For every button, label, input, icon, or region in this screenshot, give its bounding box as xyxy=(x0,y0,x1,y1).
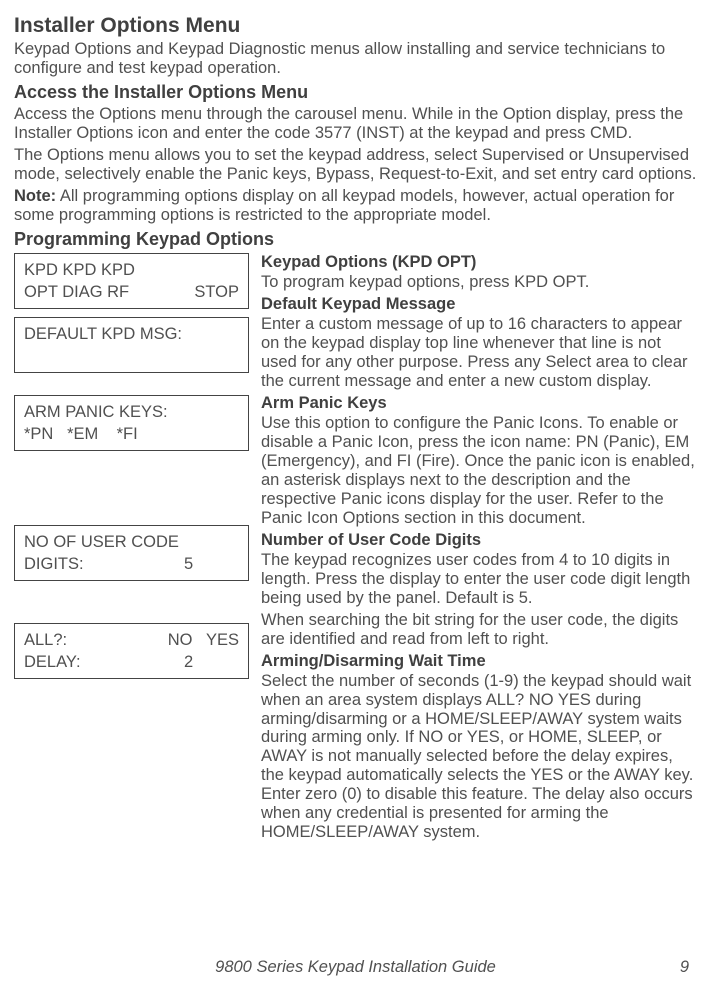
intro-text: Keypad Options and Keypad Diagnostic men… xyxy=(14,40,697,78)
right-column: Keypad Options (KPD OPT) To program keyp… xyxy=(261,253,697,845)
display-kpd-line2-right: STOP xyxy=(194,281,239,303)
display-arm-line1: ARM PANIC KEYS: xyxy=(24,401,168,423)
display-delay: ALL?: NO YES DELAY: 2 xyxy=(14,623,249,679)
display-digits-line2-right: 5 xyxy=(184,553,239,575)
digits-body1: The keypad recognizes user codes from 4 … xyxy=(261,551,697,608)
delay-body: Select the number of seconds (1-9) the k… xyxy=(261,672,697,843)
note-paragraph: Note: All programming options display on… xyxy=(14,187,697,225)
default-msg-body: Enter a custom message of up to 16 chara… xyxy=(261,315,697,391)
programming-heading: Programming Keypad Options xyxy=(14,229,697,250)
access-p1: Access the Options menu through the caro… xyxy=(14,105,697,143)
display-delay-line1-left: ALL?: xyxy=(24,629,67,651)
display-delay-line1-right: NO YES xyxy=(168,629,239,651)
display-digits: NO OF USER CODE DIGITS: 5 xyxy=(14,525,249,581)
display-digits-line2-left: DIGITS: xyxy=(24,553,84,575)
kpdopt-heading: Keypad Options (KPD OPT) xyxy=(261,253,697,272)
display-kpd-line1: KPD KPD KPD xyxy=(24,259,135,281)
kpdopt-body: To program keypad options, press KPD OPT… xyxy=(261,273,697,292)
left-column: KPD KPD KPD OPT DIAG RF STOP DEFAULT KPD… xyxy=(14,253,249,845)
display-delay-line2-left: DELAY: xyxy=(24,651,81,673)
digits-heading: Number of User Code Digits xyxy=(261,531,697,550)
display-arm-line2: *PN *EM *FI xyxy=(24,423,138,445)
display-default-line1: DEFAULT KPD MSG: xyxy=(24,323,182,345)
display-arm-panic: ARM PANIC KEYS: *PN *EM *FI xyxy=(14,395,249,451)
note-label: Note: xyxy=(14,187,56,205)
display-delay-line2-right: 2 xyxy=(184,651,239,673)
access-p2: The Options menu allows you to set the k… xyxy=(14,146,697,184)
arm-panic-body: Use this option to configure the Panic I… xyxy=(261,414,697,528)
display-kpd-opt: KPD KPD KPD OPT DIAG RF STOP xyxy=(14,253,249,309)
default-msg-heading: Default Keypad Message xyxy=(261,295,697,314)
footer-title: 9800 Series Keypad Installation Guide xyxy=(215,958,496,977)
arm-panic-heading: Arm Panic Keys xyxy=(261,394,697,413)
footer: 9800 Series Keypad Installation Guide 9 xyxy=(0,958,711,977)
note-text: All programming options display on all k… xyxy=(14,187,674,224)
display-default-msg: DEFAULT KPD MSG: xyxy=(14,317,249,373)
display-digits-line1: NO OF USER CODE xyxy=(24,531,179,553)
delay-heading: Arming/Disarming Wait Time xyxy=(261,652,697,671)
access-heading: Access the Installer Options Menu xyxy=(14,82,697,103)
footer-page: 9 xyxy=(680,958,689,977)
page-title: Installer Options Menu xyxy=(14,14,697,37)
display-kpd-line2-left: OPT DIAG RF xyxy=(24,281,129,303)
digits-body2: When searching the bit string for the us… xyxy=(261,611,697,649)
